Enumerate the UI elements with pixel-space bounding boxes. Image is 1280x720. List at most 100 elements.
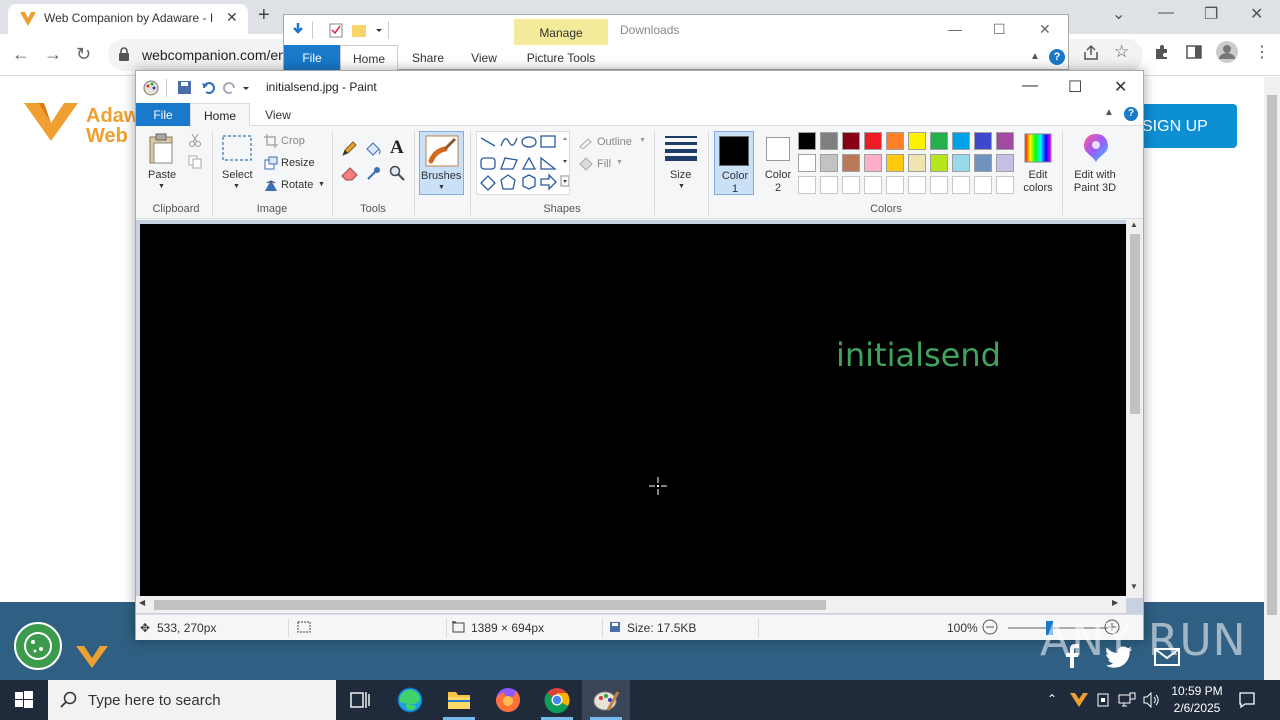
profile-avatar-icon[interactable] (1216, 41, 1238, 63)
adaware-logo-icon[interactable] (24, 103, 78, 141)
palette-swatch[interactable] (930, 154, 948, 172)
palette-swatch[interactable] (974, 176, 992, 194)
palette-swatch[interactable] (798, 154, 816, 172)
explorer-tab-file[interactable]: File (284, 45, 340, 71)
forward-icon[interactable]: → (44, 44, 62, 65)
ribbon-collapse-icon[interactable]: ▲ (1104, 107, 1114, 118)
outline-label[interactable]: Outline (597, 136, 632, 148)
scroll-right-icon[interactable]: ▶ (1112, 598, 1118, 607)
palette-swatch[interactable] (864, 154, 882, 172)
palette-swatch[interactable] (952, 176, 970, 194)
palette-swatch[interactable] (908, 176, 926, 194)
explorer-manage-tab[interactable]: Manage (514, 19, 608, 45)
explorer-help-icon[interactable]: ? (1049, 49, 1065, 65)
rotate-icon[interactable] (264, 178, 278, 192)
palette-swatch[interactable] (886, 132, 904, 150)
paint-tab-view[interactable]: View (250, 103, 306, 126)
edit-colors-button[interactable]: Edit colors (1018, 131, 1058, 195)
palette-swatch[interactable] (996, 154, 1014, 172)
close-tab-icon[interactable]: ✕ (226, 9, 238, 26)
palette-swatch[interactable] (930, 132, 948, 150)
explorer-tab-picture-tools[interactable]: Picture Tools (514, 45, 608, 71)
paint-tab-home[interactable]: Home (190, 103, 250, 126)
crop-icon[interactable] (264, 134, 278, 148)
taskbar-file-explorer[interactable] (435, 680, 483, 720)
palette-swatch[interactable] (886, 176, 904, 194)
explorer-minimize-icon[interactable]: — (948, 21, 962, 37)
palette-swatch[interactable] (952, 154, 970, 172)
page-scrollbar-thumb[interactable] (1267, 95, 1277, 615)
paint-maximize-icon[interactable]: ☐ (1068, 77, 1082, 97)
palette-swatch[interactable] (842, 132, 860, 150)
canvas-vertical-scrollbar[interactable]: ▲ ▼ (1126, 220, 1143, 598)
taskbar-firefox[interactable] (484, 680, 532, 720)
rotate-label[interactable]: Rotate (281, 179, 313, 191)
resize-label[interactable]: Resize (281, 157, 315, 169)
network-icon[interactable] (1118, 692, 1136, 708)
reload-icon[interactable]: ↻ (76, 44, 91, 65)
paste-label[interactable]: Paste (148, 169, 176, 181)
fill-dropdown-icon[interactable]: ▼ (616, 159, 623, 166)
paste-dropdown-icon[interactable]: ▼ (158, 183, 165, 190)
paint-minimize-icon[interactable]: — (1022, 77, 1038, 95)
palette-swatch[interactable] (820, 154, 838, 172)
palette-swatch[interactable] (842, 154, 860, 172)
cookie-settings-button[interactable] (14, 622, 62, 670)
taskbar-paint[interactable] (582, 680, 630, 720)
fill-label[interactable]: Fill (597, 158, 611, 170)
extensions-icon[interactable] (1154, 44, 1170, 60)
scroll-up-icon[interactable]: ▲ (1130, 220, 1138, 229)
line-size-icon[interactable] (664, 135, 698, 161)
color2-button[interactable]: Color 2 (758, 131, 798, 195)
scroll-down-icon[interactable]: ▼ (1130, 582, 1138, 591)
explorer-tab-share[interactable]: Share (402, 45, 454, 71)
show-hidden-icons-icon[interactable]: ⌃ (1047, 692, 1057, 706)
volume-icon[interactable] (1142, 692, 1160, 708)
explorer-maximize-icon[interactable]: ☐ (993, 21, 1006, 38)
explorer-tab-view[interactable]: View (458, 45, 510, 71)
palette-swatch[interactable] (798, 176, 816, 194)
taskbar-edge[interactable] (386, 680, 434, 720)
canvas-horizontal-scrollbar[interactable]: ◀ ▶ (136, 596, 1126, 613)
explorer-close-icon[interactable]: ✕ (1039, 21, 1051, 38)
zoom-out-icon[interactable] (982, 619, 998, 635)
shapes-gallery[interactable] (476, 131, 570, 195)
rotate-dropdown-icon[interactable]: ▼ (318, 181, 325, 188)
color-picker-icon[interactable] (366, 165, 382, 181)
palette-swatch[interactable] (908, 132, 926, 150)
palette-swatch[interactable] (798, 132, 816, 150)
lock-icon[interactable] (118, 47, 130, 61)
taskbar-chrome[interactable] (533, 680, 581, 720)
new-tab-button[interactable]: + (258, 4, 270, 27)
paint-close-icon[interactable]: ✕ (1114, 77, 1127, 97)
canvas-vertical-scrollbar-thumb[interactable] (1130, 234, 1140, 414)
palette-swatch[interactable] (820, 132, 838, 150)
adaware-tray-icon[interactable] (1070, 693, 1088, 707)
close-window-icon[interactable]: ✕ (1250, 4, 1263, 24)
text-tool-icon[interactable]: A (390, 137, 404, 159)
start-button[interactable] (0, 680, 48, 720)
tab-search-icon[interactable]: ⌄ (1112, 4, 1125, 24)
copy-icon[interactable] (188, 155, 202, 169)
palette-swatch[interactable] (996, 176, 1014, 194)
share-icon[interactable] (1082, 44, 1100, 62)
color1-button[interactable]: Color 1 (714, 131, 754, 195)
device-tray-icon[interactable] (1096, 692, 1110, 708)
back-icon[interactable]: ← (12, 44, 30, 65)
eraser-icon[interactable] (341, 165, 359, 181)
side-panel-icon[interactable] (1186, 44, 1202, 60)
browser-tab[interactable]: Web Companion by Adaware - I ✕ (8, 4, 248, 34)
minimize-icon[interactable]: — (1158, 4, 1174, 22)
drawing-canvas[interactable]: initialsend (140, 224, 1126, 596)
browser-menu-icon[interactable]: ⋮ (1254, 42, 1270, 62)
bookmark-star-icon[interactable]: ☆ (1114, 42, 1129, 62)
signup-button[interactable]: SIGN UP (1130, 104, 1237, 148)
outline-icon[interactable] (578, 135, 594, 149)
crop-label[interactable]: Crop (281, 135, 305, 147)
select-icon[interactable] (222, 135, 252, 161)
palette-swatch[interactable] (864, 176, 882, 194)
palette-swatch[interactable] (974, 154, 992, 172)
explorer-ribbon-collapse-icon[interactable]: ▲ (1030, 51, 1040, 62)
palette-swatch[interactable] (952, 132, 970, 150)
clock-date[interactable]: 2/6/2025 (1170, 701, 1224, 715)
